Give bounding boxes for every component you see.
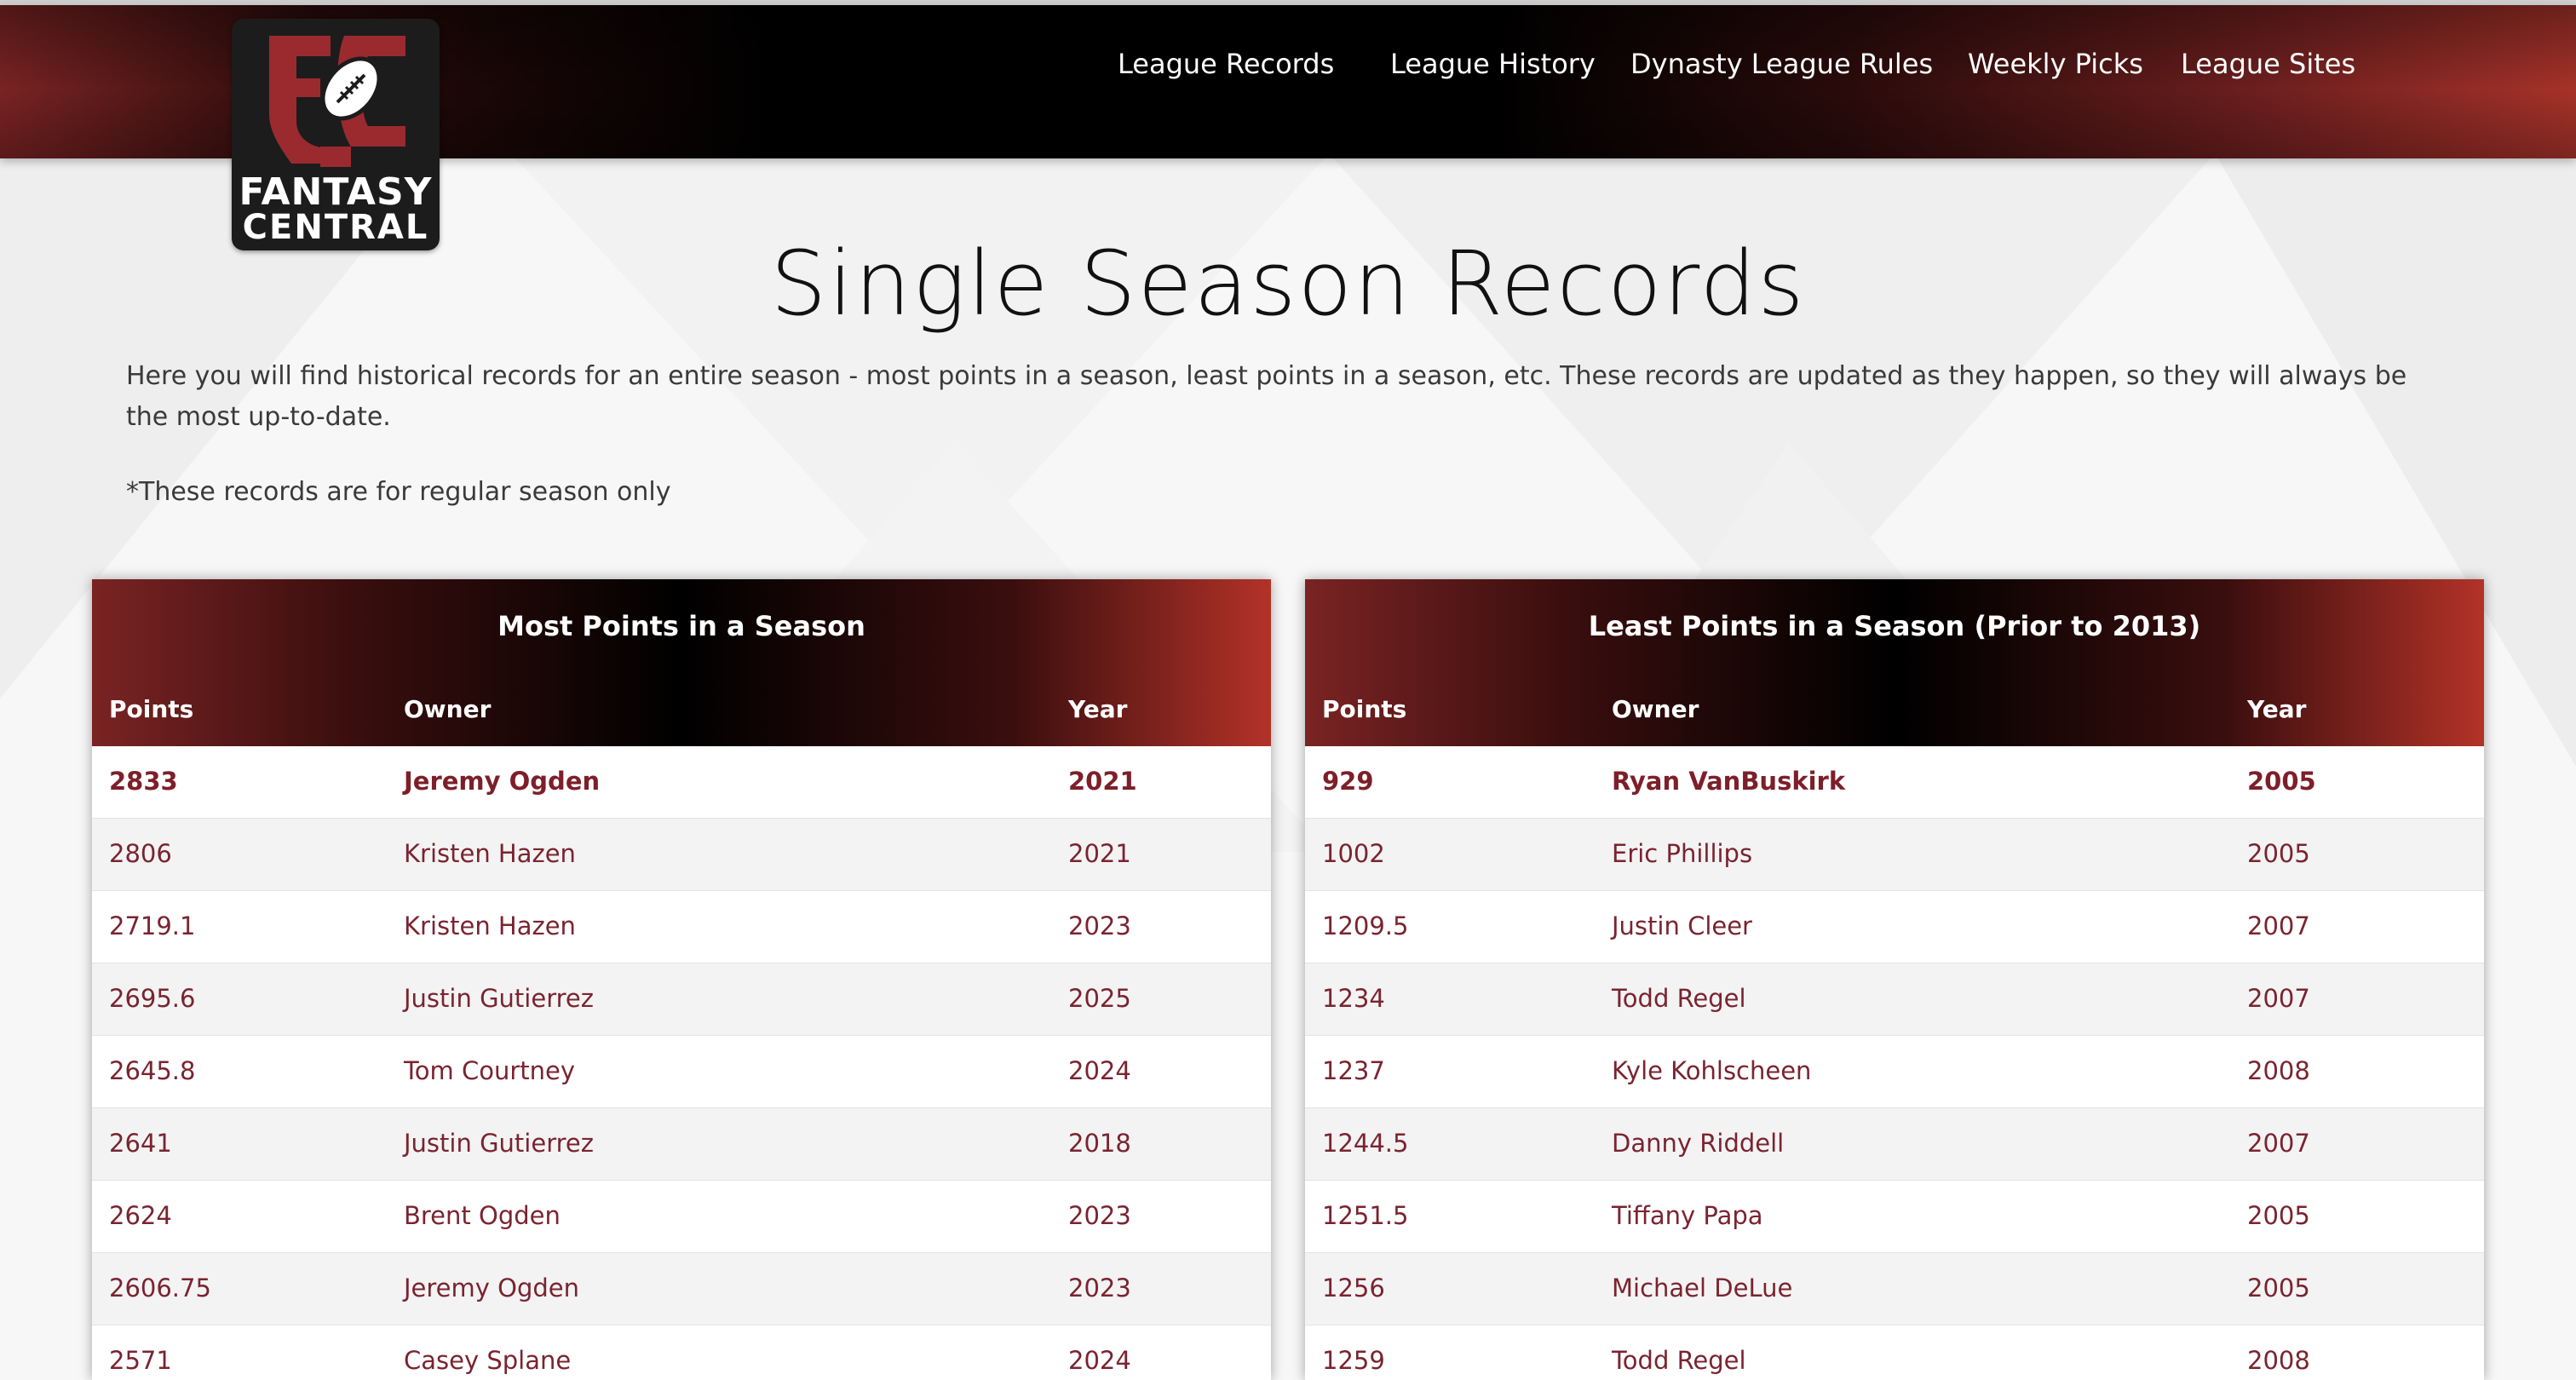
cell-year: 2024 xyxy=(1068,1346,1131,1375)
nav-dynasty-league-rules[interactable]: Dynasty League Rules xyxy=(1630,48,1933,80)
cell-year: 2008 xyxy=(2247,1056,2310,1085)
cell-year: 2007 xyxy=(2247,911,2310,940)
table-header: Most Points in a Season Points Owner Yea… xyxy=(92,579,1271,746)
cell-points: 2806 xyxy=(109,839,172,868)
table-row: 1234 Todd Regel 2007 xyxy=(1305,963,2484,1037)
table-row: 2695.6 Justin Gutierrez 2025 xyxy=(92,963,1271,1037)
cell-year: 2024 xyxy=(1068,1056,1131,1085)
table-row: 1259 Todd Regel 2008 xyxy=(1305,1325,2484,1380)
cell-points: 1234 xyxy=(1322,984,1385,1013)
table-row: 1244.5 Danny Riddell 2007 xyxy=(1305,1108,2484,1182)
cell-owner: Brent Ogden xyxy=(404,1201,561,1230)
table-header: Least Points in a Season (Prior to 2013)… xyxy=(1305,579,2484,746)
table-row: 2645.8 Tom Courtney 2024 xyxy=(92,1036,1271,1109)
cell-points: 1244.5 xyxy=(1322,1129,1409,1158)
cell-owner: Justin Gutierrez xyxy=(404,984,594,1013)
cell-year: 2021 xyxy=(1068,839,1131,868)
cell-points: 2833 xyxy=(109,767,178,796)
nav-league-records[interactable]: League Records xyxy=(1118,48,1334,80)
cell-year: 2018 xyxy=(1068,1129,1131,1158)
fantasy-central-logo[interactable]: FANTASY CENTRAL xyxy=(232,19,440,250)
cell-year: 2008 xyxy=(2247,1346,2310,1375)
column-header-owner: Owner xyxy=(404,695,492,723)
cell-points: 2645.8 xyxy=(109,1056,196,1085)
cell-owner: Danny Riddell xyxy=(1612,1129,1785,1158)
table-row: 1209.5 Justin Cleer 2007 xyxy=(1305,891,2484,964)
cell-owner: Todd Regel xyxy=(1612,1346,1746,1375)
table-row: 2806 Kristen Hazen 2021 xyxy=(92,819,1271,892)
least-points-table: Least Points in a Season (Prior to 2013)… xyxy=(1305,579,2484,1380)
cell-points: 2719.1 xyxy=(109,911,196,940)
cell-owner: Jeremy Ogden xyxy=(404,1274,580,1302)
cell-year: 2025 xyxy=(1068,984,1131,1013)
cell-points: 1256 xyxy=(1322,1274,1385,1302)
table-row-record-holder: 2833 Jeremy Ogden 2021 xyxy=(92,746,1271,819)
cell-points: 2571 xyxy=(109,1346,172,1375)
cell-owner: Jeremy Ogden xyxy=(404,767,601,796)
cell-points: 2641 xyxy=(109,1129,172,1158)
column-header-owner: Owner xyxy=(1612,695,1699,723)
table-row-record-holder: 929 Ryan VanBuskirk 2005 xyxy=(1305,746,2484,819)
cell-year: 2023 xyxy=(1068,911,1131,940)
trophy-football-icon xyxy=(269,36,405,167)
cell-year: 2021 xyxy=(1068,767,1137,796)
cell-owner: Tiffany Papa xyxy=(1612,1201,1763,1230)
cell-year: 2005 xyxy=(2247,1274,2310,1302)
cell-year: 2005 xyxy=(2247,767,2316,796)
nav-league-sites[interactable]: League Sites xyxy=(2181,48,2355,80)
cell-year: 2007 xyxy=(2247,984,2310,1013)
cell-owner: Ryan VanBuskirk xyxy=(1612,767,1846,796)
cell-year: 2005 xyxy=(2247,839,2310,868)
regular-season-note: *These records are for regular season on… xyxy=(126,477,671,507)
cell-owner: Justin Gutierrez xyxy=(404,1129,594,1158)
table-row: 2606.75 Jeremy Ogden 2023 xyxy=(92,1253,1271,1326)
table-row: 2624 Brent Ogden 2023 xyxy=(92,1181,1271,1254)
column-header-points: Points xyxy=(1322,695,1407,723)
table-row: 1251.5 Tiffany Papa 2005 xyxy=(1305,1181,2484,1254)
cell-points: 1259 xyxy=(1322,1346,1385,1375)
cell-owner: Kristen Hazen xyxy=(404,839,576,868)
table-row: 2571 Casey Splane 2024 xyxy=(92,1325,1271,1380)
cell-owner: Todd Regel xyxy=(1612,984,1746,1013)
cell-year: 2005 xyxy=(2247,1201,2310,1230)
table-row: 1256 Michael DeLue 2005 xyxy=(1305,1253,2484,1326)
logo-text-central: CENTRAL xyxy=(242,208,429,247)
cell-owner: Eric Phillips xyxy=(1612,839,1753,868)
intro-text: Here you will find historical records fo… xyxy=(126,361,2407,432)
table-title: Least Points in a Season (Prior to 2013) xyxy=(1588,610,2201,642)
table-row: 1002 Eric Phillips 2005 xyxy=(1305,819,2484,892)
nav-league-history[interactable]: League History xyxy=(1390,48,1596,80)
cell-points: 1002 xyxy=(1322,839,1385,868)
column-header-points: Points xyxy=(109,695,194,723)
column-header-year: Year xyxy=(1068,695,1128,723)
cell-points: 2606.75 xyxy=(109,1274,211,1302)
table-row: 2719.1 Kristen Hazen 2023 xyxy=(92,891,1271,964)
cell-owner: Casey Splane xyxy=(404,1346,572,1375)
most-points-table: Most Points in a Season Points Owner Yea… xyxy=(92,579,1271,1380)
cell-points: 1251.5 xyxy=(1322,1201,1409,1230)
cell-year: 2007 xyxy=(2247,1129,2310,1158)
cell-points: 1237 xyxy=(1322,1056,1385,1085)
cell-owner: Tom Courtney xyxy=(404,1056,576,1085)
cell-owner: Kristen Hazen xyxy=(404,911,576,940)
cell-points: 1209.5 xyxy=(1322,911,1409,940)
cell-points: 2624 xyxy=(109,1201,172,1230)
cell-points: 2695.6 xyxy=(109,984,196,1013)
table-row: 1237 Kyle Kohlscheen 2008 xyxy=(1305,1036,2484,1109)
nav-weekly-picks[interactable]: Weekly Picks xyxy=(1968,48,2143,80)
cell-owner: Justin Cleer xyxy=(1612,911,1752,940)
table-row: 2641 Justin Gutierrez 2018 xyxy=(92,1108,1271,1182)
cell-points: 929 xyxy=(1322,767,1374,796)
table-title: Most Points in a Season xyxy=(497,610,865,642)
cell-owner: Michael DeLue xyxy=(1612,1274,1793,1302)
cell-owner: Kyle Kohlscheen xyxy=(1612,1056,1812,1085)
column-header-year: Year xyxy=(2247,695,2307,723)
cell-year: 2023 xyxy=(1068,1201,1131,1230)
cell-year: 2023 xyxy=(1068,1274,1131,1302)
